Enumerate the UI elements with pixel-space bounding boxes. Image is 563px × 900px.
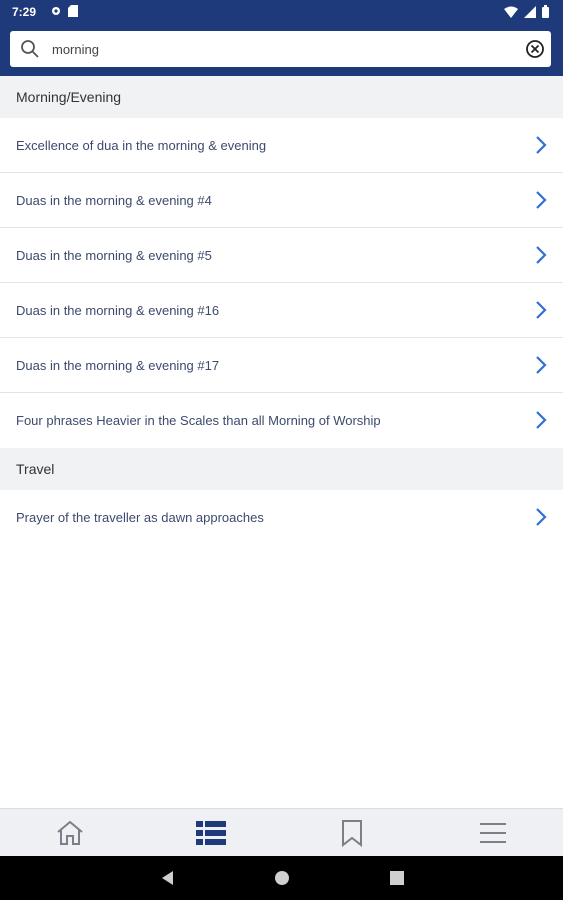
section-header-travel: Travel [0,448,563,490]
list-item[interactable]: Excellence of dua in the morning & eveni… [0,118,563,173]
list-item[interactable]: Four phrases Heavier in the Scales than … [0,393,563,448]
search-bar [0,24,563,76]
home-button-icon[interactable] [274,870,290,886]
nav-list[interactable] [141,809,282,857]
clear-search-icon[interactable] [525,39,545,59]
chevron-right-icon [536,246,547,264]
wifi-icon [504,6,518,18]
settings-icon [52,7,60,15]
list-item[interactable]: Duas in the morning & evening #16 [0,283,563,338]
search-box[interactable] [10,31,551,67]
bookmark-icon [341,820,362,847]
section-header-morning-evening: Morning/Evening [0,76,563,118]
chevron-right-icon [536,191,547,209]
nav-home[interactable] [0,809,141,857]
signal-icon [524,5,536,18]
list-item[interactable]: Duas in the morning & evening #17 [0,338,563,393]
back-icon[interactable] [160,870,174,886]
list-item[interactable]: Prayer of the traveller as dawn approach… [0,490,563,545]
list-icon [196,821,227,845]
recents-icon[interactable] [389,871,404,885]
nav-bookmark[interactable] [282,809,423,857]
battery-icon [542,5,549,18]
search-input[interactable] [52,38,512,60]
list-item[interactable]: Duas in the morning & evening #4 [0,173,563,228]
results-list: Morning/Evening Excellence of dua in the… [0,76,563,545]
search-icon [21,40,39,58]
system-nav-bar [0,856,563,900]
menu-icon [479,823,506,843]
status-bar: 7:29 [0,0,563,24]
bottom-nav [0,808,563,857]
chevron-right-icon [536,411,547,429]
status-time: 7:29 [12,5,37,19]
nav-menu[interactable] [422,809,563,857]
sd-card-icon [68,5,78,17]
chevron-right-icon [536,301,547,319]
chevron-right-icon [536,508,547,526]
chevron-right-icon [536,136,547,154]
chevron-right-icon [536,356,547,374]
home-icon [57,820,84,845]
list-item[interactable]: Duas in the morning & evening #5 [0,228,563,283]
